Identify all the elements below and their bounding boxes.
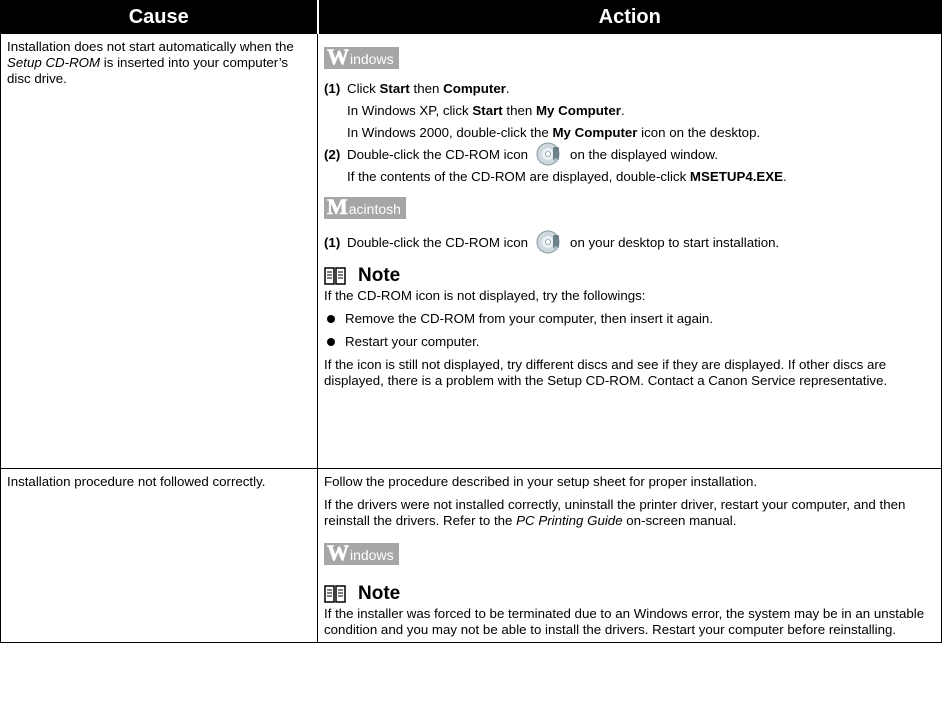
action-paragraph: If the drivers were not installed correc… (324, 497, 906, 528)
troubleshooting-table: Cause Action Installation does not start… (0, 0, 942, 643)
cause-cell: Installation does not start automaticall… (0, 33, 318, 469)
cause-cell: Installation procedure not followed corr… (0, 468, 318, 643)
cause-header: Cause (0, 0, 318, 34)
table-row: Installation procedure not followed corr… (0, 468, 942, 643)
windows-badge: Windows (324, 541, 399, 565)
windows-badge: Windows (324, 45, 399, 69)
note-book-icon (324, 267, 346, 285)
note-outro: If the icon is still not displayed, try … (324, 357, 888, 388)
note-heading: Note (324, 583, 935, 605)
list-item: Restart your computer. (324, 334, 935, 350)
list-item: Remove the CD-ROM from your computer, th… (324, 311, 935, 327)
cd-rom-icon (536, 230, 560, 254)
note-intro: If the CD-ROM icon is not displayed, try… (324, 288, 646, 303)
table-row: Installation does not start automaticall… (0, 33, 942, 469)
step-2: (2) Double-click the CD-ROM icon on the d… (324, 142, 935, 166)
table-header-row: Cause Action (0, 0, 942, 34)
action-cell: Follow the procedure described in your s… (317, 468, 942, 643)
action-paragraph: Follow the procedure described in your s… (324, 474, 758, 489)
mac-step-1: (1) Double-click the CD-ROM icon on your … (324, 230, 935, 254)
note-heading: Note (324, 265, 935, 287)
action-cell: Windows (1) Click Start then Computer. I… (317, 33, 942, 469)
action-header: Action (316, 0, 942, 34)
note-text: If the installer was forced to be termin… (324, 606, 925, 637)
macintosh-badge: Macintosh (324, 195, 406, 219)
step-2-sub: If the contents of the CD-ROM are displa… (347, 169, 787, 184)
cd-rom-icon (536, 142, 560, 166)
step-1-2000: In Windows 2000, double-click the My Com… (347, 125, 761, 140)
note-book-icon (324, 585, 346, 603)
step-1: (1) Click Start then Computer. (324, 81, 510, 96)
step-1-xp: In Windows XP, click Start then My Compu… (347, 103, 625, 118)
